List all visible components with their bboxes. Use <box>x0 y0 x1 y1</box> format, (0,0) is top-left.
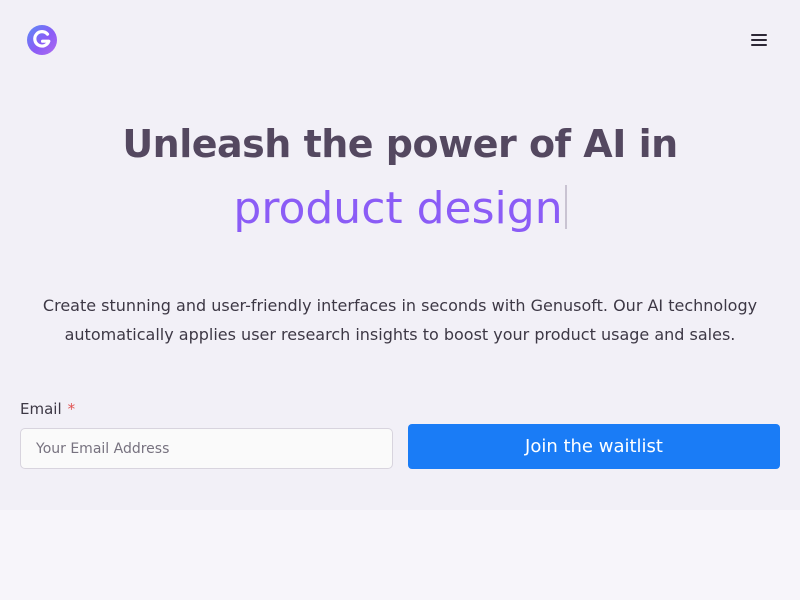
menu-bar <box>751 39 767 41</box>
typing-cursor <box>564 185 567 229</box>
menu-bar <box>751 34 767 36</box>
menu-bar <box>751 44 767 46</box>
page: Unleash the power of AI in product desig… <box>0 0 800 600</box>
hero-section: Unleash the power of AI in product desig… <box>0 0 800 510</box>
email-label-text: Email <box>20 400 62 418</box>
g-logo-icon[interactable] <box>27 25 57 55</box>
hero-description: Create stunning and user-friendly interf… <box>42 296 758 344</box>
required-mark: * <box>67 400 76 418</box>
typed-text: product design <box>233 183 563 234</box>
join-waitlist-button[interactable]: Join the waitlist <box>408 424 780 469</box>
hero-headline: Unleash the power of AI in <box>122 122 678 166</box>
typed-headline: product design <box>0 180 800 238</box>
email-label: Email * <box>20 399 75 419</box>
email-input[interactable] <box>20 428 393 469</box>
hamburger-menu-icon[interactable] <box>744 26 774 54</box>
